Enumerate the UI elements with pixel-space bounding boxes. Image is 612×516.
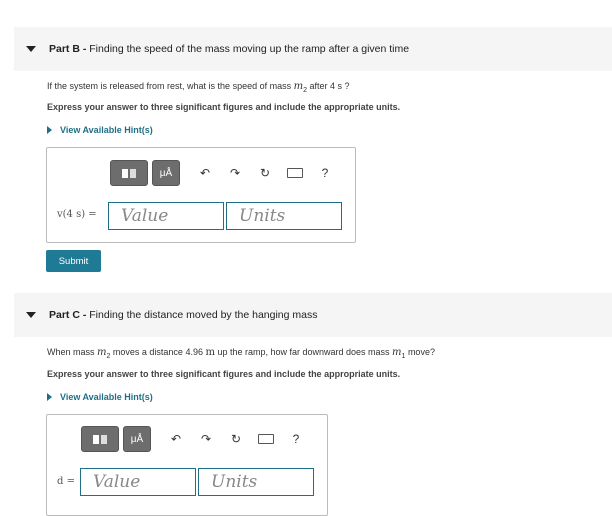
reset-icon[interactable]: ↻ — [256, 164, 274, 182]
part-b-hint-link[interactable]: View Available Hint(s) — [47, 125, 153, 135]
templates-icon — [93, 434, 107, 444]
part-b-answer-label: v(4 s) = — [57, 209, 97, 220]
part-c-instruction: Express your answer to three significant… — [47, 369, 401, 379]
units-button[interactable]: μÅ — [152, 160, 180, 186]
units-button[interactable]: μÅ — [123, 426, 151, 452]
redo-icon[interactable]: ↷ — [197, 430, 215, 448]
keyboard-icon[interactable] — [286, 164, 304, 182]
help-button[interactable]: ? — [316, 164, 334, 182]
help-button[interactable]: ? — [287, 430, 305, 448]
part-b-header[interactable]: Part B - Finding the speed of the mass m… — [14, 27, 612, 71]
collapse-caret-icon[interactable] — [26, 46, 36, 52]
part-c-toolbar: μÅ ↶ ↷ ↻ ? — [81, 426, 305, 452]
templates-icon — [122, 168, 136, 178]
part-c-header[interactable]: Part C - Finding the distance moved by t… — [14, 293, 612, 337]
submit-button[interactable]: Submit — [46, 250, 101, 272]
keyboard-icon[interactable] — [257, 430, 275, 448]
part-b-question: If the system is released from rest, wha… — [47, 81, 350, 94]
part-b-value-field[interactable]: Value — [108, 202, 224, 230]
part-b-units-field[interactable]: Units — [226, 202, 342, 230]
undo-icon[interactable]: ↶ — [167, 430, 185, 448]
part-c-answer-label: d = — [57, 476, 75, 487]
collapse-caret-icon[interactable] — [26, 312, 36, 318]
part-b-title: Part B - Finding the speed of the mass m… — [49, 43, 410, 55]
part-c-units-field[interactable]: Units — [198, 468, 314, 496]
part-c-value-field[interactable]: Value — [80, 468, 196, 496]
templates-button[interactable] — [81, 426, 119, 452]
expand-arrow-icon — [47, 393, 52, 401]
reset-icon[interactable]: ↻ — [227, 430, 245, 448]
templates-button[interactable] — [110, 160, 148, 186]
part-c-title: Part C - Finding the distance moved by t… — [49, 309, 318, 321]
part-c-question: When mass m2 moves a distance 4.96 m up … — [47, 347, 435, 360]
part-b-toolbar: μÅ ↶ ↷ ↻ ? — [110, 160, 334, 186]
expand-arrow-icon — [47, 126, 52, 134]
redo-icon[interactable]: ↷ — [226, 164, 244, 182]
part-c-hint-link[interactable]: View Available Hint(s) — [47, 392, 153, 402]
undo-icon[interactable]: ↶ — [196, 164, 214, 182]
part-b-instruction: Express your answer to three significant… — [47, 102, 401, 112]
